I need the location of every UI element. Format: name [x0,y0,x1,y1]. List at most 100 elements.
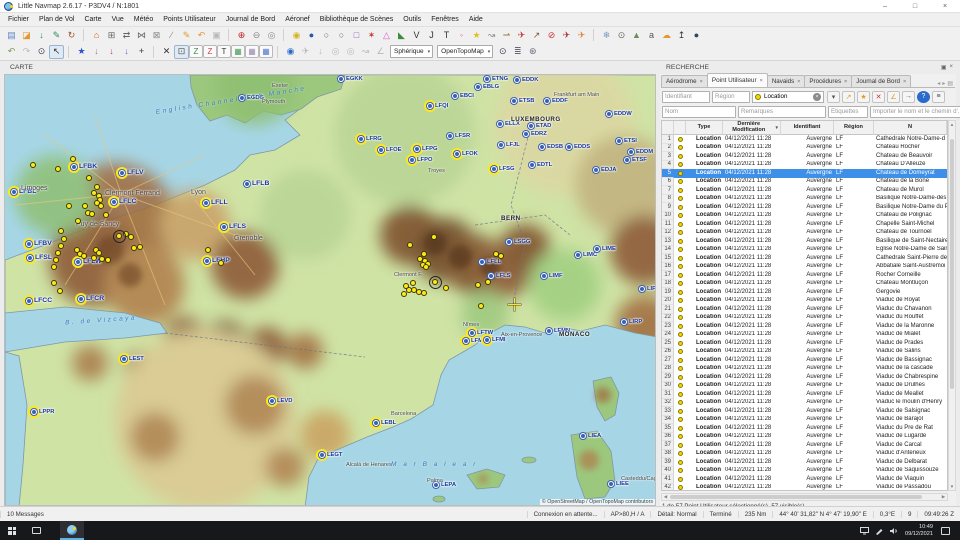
table-row[interactable]: 41Location04/12/2021 11:28AuvergneLFViad… [662,475,947,484]
airport-eddk[interactable]: EDDK [514,77,538,83]
table-row[interactable]: 21Location04/12/2021 11:28AuvergneLFViad… [662,305,947,314]
close-panel-icon[interactable]: × [949,64,953,71]
airport-lflw[interactable]: LFLW [75,258,102,265]
ring-disabled-icon[interactable]: ◎ [328,45,343,59]
weather-cloud-icon[interactable]: ☁ [659,28,674,42]
pin-purple-icon[interactable]: ↓ [119,45,134,59]
wind-rose-icon[interactable]: ❄ [599,28,614,42]
show-search-on-map-icon[interactable]: ↗ [842,91,855,103]
airport-egkk[interactable]: EGKK [338,76,363,82]
menu-plan-de-vol[interactable]: Plan de Vol [34,16,79,23]
airport-lfbk[interactable]: LFBK [71,163,97,170]
userpoint-marker[interactable] [61,236,67,242]
column-header-col1[interactable] [674,121,686,135]
tab-point-utilisateur[interactable]: Point Utilisateur× [707,73,768,87]
maximize-button[interactable]: □ [900,0,930,13]
airport-liea[interactable]: LIEA [580,433,601,439]
airport-lfpg[interactable]: LFPG [414,146,437,152]
table-row[interactable]: 42Location04/12/2021 11:28AuvergneLFViad… [662,484,947,492]
center-aircraft-icon[interactable]: + [134,45,149,59]
userpoint-marker[interactable] [66,203,72,209]
reload-icon[interactable]: ↻ [64,28,79,42]
vertical-scroll-thumb[interactable] [950,139,954,389]
tab-a-rodrome[interactable]: Aérodrome× [661,75,708,87]
table-row[interactable]: 34Location04/12/2021 11:28AuvergneLFViad… [662,416,947,425]
table-row[interactable]: 20Location04/12/2021 11:28AuvergneLFViad… [662,297,947,306]
column-header-r-gion[interactable]: Région [834,121,874,135]
table-row[interactable]: 10Location04/12/2021 11:28AuvergneLFChat… [662,212,947,221]
airport-limc[interactable]: LIMC [575,252,597,258]
task-view-button[interactable] [24,521,48,540]
horizontal-scroll-thumb[interactable] [670,495,922,499]
userpoint-marker[interactable] [421,290,427,296]
taskbar-littlenavmap-button[interactable] [60,521,84,540]
start-button[interactable] [0,521,24,540]
airport-etsi[interactable]: ETSI [616,138,637,144]
zoom-out-icon[interactable]: ⊖ [249,28,264,42]
compass-rose-icon[interactable]: ◉ [289,28,304,42]
pen-icon[interactable] [875,527,884,535]
airway-j-icon[interactable]: J [424,28,439,42]
table-row[interactable]: 32Location04/12/2021 11:28AuvergneLFViad… [662,399,947,408]
airport-lfll[interactable]: LFLL [203,199,228,206]
table-row[interactable]: 9Location04/12/2021 11:28AuvergneLFBasil… [662,203,947,212]
userpoint-marker[interactable] [86,175,92,181]
table-row[interactable]: 39Location04/12/2021 11:28AuvergneLFViad… [662,458,947,467]
menu-journal-de-bord[interactable]: Journal de Bord [221,16,280,23]
revert-icon[interactable]: ↶ [194,28,209,42]
remarks-filter-input[interactable] [738,106,826,118]
airport-etsf[interactable]: ETSF [624,157,647,163]
range-ring-icon[interactable]: ○ [319,28,334,42]
ring-disabled2-icon[interactable]: ◎ [343,45,358,59]
userpoint-marker[interactable] [82,203,88,209]
tabs-next-icon[interactable]: ▸ [942,80,945,87]
save-as-icon[interactable]: ✎ [49,28,64,42]
map-point-filled-icon[interactable]: ● [304,28,319,42]
airport-lfqi[interactable]: LFQI [427,103,448,109]
online-aircraft-icon[interactable]: ✈ [574,28,589,42]
table-vertical-scrollbar[interactable]: ▲ ▼ [948,120,956,491]
table-row[interactable]: 25Location04/12/2021 11:28AuvergneLFViad… [662,339,947,348]
airport-lppr[interactable]: LPPR [31,409,54,415]
tab-close-icon[interactable]: × [844,79,847,85]
userpoint-marker[interactable] [55,250,61,256]
db-stack-icon[interactable]: ≣ [510,45,525,59]
table-row[interactable]: 40Location04/12/2021 11:28AuvergneLFViad… [662,467,947,476]
table-row[interactable]: 31Location04/12/2021 11:28AuvergneLFViad… [662,390,947,399]
airport-lfrg[interactable]: LFRG [358,136,382,142]
airport-eddf[interactable]: EDDF [544,98,568,104]
table-row[interactable]: 15Location04/12/2021 11:28AuvergneLFCath… [662,254,947,263]
minimize-button[interactable]: – [870,0,900,13]
logbook-feather-icon[interactable]: ⇀ [499,28,514,42]
airport-eblg[interactable]: EBLG [475,84,499,90]
table-row[interactable]: 24Location04/12/2021 11:28AuvergneLFViad… [662,331,947,340]
new-flightplan-icon[interactable]: ▤ [4,28,19,42]
userpoint-marker[interactable] [58,228,64,234]
airport-lfll[interactable]: LFLL [479,259,501,265]
airport-lime[interactable]: LIME [594,246,616,252]
select-region-icon[interactable]: □ [349,28,364,42]
detail-zoom-icon[interactable]: ⊙ [495,45,510,59]
redo-icon[interactable]: ↷ [19,45,34,59]
menu-fichier[interactable]: Fichier [3,16,34,23]
airport-lfbv[interactable]: LFBV [26,240,52,247]
airport-ebci[interactable]: EBCI [452,93,474,99]
undo-icon[interactable]: ↶ [4,45,19,59]
column-header-col0[interactable] [662,121,674,135]
airport-etng[interactable]: ETNG [484,76,508,82]
measure-line-icon[interactable]: ∕ [164,28,179,42]
ai-aircraft-icon[interactable]: ✈ [559,28,574,42]
map-marks-icon[interactable]: ★ [74,45,89,59]
status-messages[interactable]: 10 Messages [0,511,50,518]
taskbar-clock[interactable]: 10:49 09/12/2021 [905,524,933,537]
airport-lfsg[interactable]: LFSG [491,166,514,172]
table-row[interactable]: 8Location04/12/2021 11:28AuvergneLFBasil… [662,195,947,204]
edit-pencil-icon[interactable]: ✎ [179,28,194,42]
airport-lfcc[interactable]: LFCC [26,297,52,304]
menu-m-t-o[interactable]: Météo [129,16,158,23]
ruler-disabled-icon[interactable]: ∠ [373,45,388,59]
table-row[interactable]: 7Location04/12/2021 11:28AuvergneLFChate… [662,186,947,195]
airport-eddm[interactable]: EDDM [628,149,653,155]
userpoint-marker[interactable] [55,166,61,172]
route-red-icon[interactable]: Z [203,45,217,58]
